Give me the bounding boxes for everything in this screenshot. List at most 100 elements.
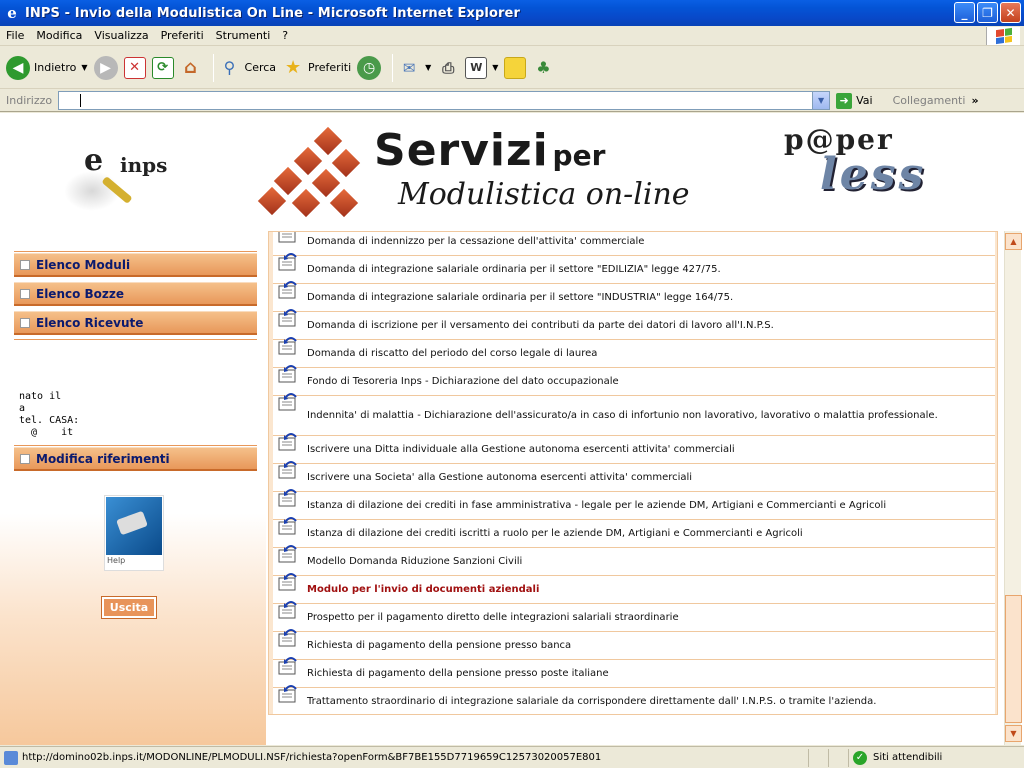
document-arrow-icon	[277, 600, 299, 620]
module-list-item-label: Domanda di integrazione salariale ordina…	[307, 263, 721, 275]
window-titlebar[interactable]: e INPS - Invio della Modulistica On Line…	[0, 0, 1024, 26]
menu-strumenti[interactable]: Strumenti	[210, 29, 277, 42]
nav-item-label: Modifica riferimenti	[36, 451, 170, 466]
links-chevron-icon[interactable]: »	[971, 94, 978, 107]
checkbox-icon	[20, 317, 30, 328]
refresh-button[interactable]: ⟳	[151, 51, 174, 85]
page-header: e inps Servizi per Modulistica on-line p…	[0, 113, 1024, 231]
document-arrow-icon	[277, 460, 299, 480]
user-place: a	[19, 403, 26, 414]
logo-inps: inps	[120, 153, 168, 177]
home-icon: ⌂	[184, 57, 197, 78]
stop-button[interactable]: ✕	[123, 51, 146, 85]
nav-elenco-ricevute[interactable]: Elenco Ricevute	[14, 311, 257, 335]
module-list-item[interactable]: Domanda di integrazione salariale ordina…	[273, 281, 995, 312]
module-list-item[interactable]: Modello Domanda Riduzione Sanzioni Civil…	[273, 545, 995, 576]
document-arrow-icon	[277, 628, 299, 648]
module-list-item-label: Richiesta di pagamento della pensione pr…	[307, 639, 572, 651]
minimize-button[interactable]: _	[954, 2, 975, 23]
forward-button[interactable]: ▶	[93, 51, 118, 85]
module-list-item[interactable]: Prospetto per il pagamento diretto delle…	[273, 601, 995, 632]
print-button[interactable]: ⎙	[437, 51, 459, 85]
scroll-down-icon[interactable]: ▼	[1005, 725, 1022, 742]
module-list-item[interactable]: Fondo di Tesoreria Inps - Dichiarazione …	[273, 365, 995, 396]
word-icon: W	[465, 56, 488, 79]
menu-preferiti[interactable]: Preferiti	[155, 29, 210, 42]
address-dropdown-icon[interactable]: ▼	[812, 92, 830, 109]
menu-visualizza[interactable]: Visualizza	[88, 29, 154, 42]
servizi-title: Servizi per	[374, 125, 605, 176]
document-arrow-icon	[277, 280, 299, 300]
refresh-icon: ⟳	[151, 56, 174, 79]
module-list-item[interactable]: Domanda di indennizzo per la cessazione …	[273, 232, 995, 256]
go-button[interactable]: ➜ Vai	[836, 92, 873, 109]
module-list-item-label: Prospetto per il pagamento diretto delle…	[307, 611, 679, 623]
document-arrow-icon	[277, 392, 299, 412]
mail-dropdown-icon[interactable]: ▼	[425, 63, 431, 72]
module-list-item[interactable]: Istanza di dilazione dei crediti in fase…	[273, 489, 995, 520]
history-button[interactable]: ◷	[357, 51, 382, 85]
module-list-item[interactable]: Indennita' di malattia - Dichiarazione d…	[273, 393, 995, 436]
module-list-item-label: Domanda di integrazione salariale ordina…	[307, 291, 734, 303]
mail-icon: ✉	[402, 58, 416, 77]
nav-item-label: Elenco Moduli	[36, 257, 131, 272]
module-list-item[interactable]: Istanza di dilazione dei crediti iscritt…	[273, 517, 995, 548]
document-arrow-icon	[277, 364, 299, 384]
search-button[interactable]: ⚲ Cerca	[219, 51, 276, 85]
menu-modifica[interactable]: Modifica	[30, 29, 88, 42]
module-list-item-label: Modulo per l'invio di documenti aziendal…	[307, 583, 540, 595]
nav-divider	[14, 445, 257, 446]
nav-modifica-riferimenti[interactable]: Modifica riferimenti	[14, 447, 257, 471]
address-input[interactable]: ▼	[58, 91, 831, 110]
close-button[interactable]: ✕	[1000, 2, 1021, 23]
back-dropdown-icon[interactable]: ▼	[81, 63, 87, 72]
back-arrow-icon: ◀	[6, 55, 30, 80]
module-list-item[interactable]: Trattamento straordinario di integrazion…	[273, 685, 995, 714]
module-list-item[interactable]: Modulo per l'invio di documenti aziendal…	[273, 573, 995, 604]
menu-file[interactable]: File	[0, 29, 30, 42]
nav-elenco-moduli[interactable]: Elenco Moduli	[14, 253, 257, 277]
links-label[interactable]: Collegamenti	[893, 94, 966, 107]
help-link[interactable]: Help	[104, 495, 164, 571]
menu-bar: File Modifica Visualizza Preferiti Strum…	[0, 26, 1024, 46]
edit-dropdown-icon[interactable]: ▼	[492, 63, 498, 72]
vertical-scrollbar[interactable]: ▲ ▼	[1004, 231, 1022, 745]
mail-button[interactable]: ✉ ▼	[398, 51, 431, 85]
back-button[interactable]: ◀ Indietro ▼	[6, 51, 88, 85]
messenger-button[interactable]: ♣	[532, 51, 554, 85]
text-caret	[80, 94, 82, 107]
maximize-button[interactable]: ❐	[977, 2, 998, 23]
module-list-item[interactable]: Iscrivere una Societa' alla Gestione aut…	[273, 461, 995, 492]
go-label: Vai	[856, 94, 873, 107]
module-list-item-label: Modello Domanda Riduzione Sanzioni Civil…	[307, 555, 523, 567]
favorites-button[interactable]: ★ Preferiti	[282, 51, 351, 85]
menu-help[interactable]: ?	[276, 29, 294, 42]
security-zone[interactable]: ✓ Siti attendibili	[848, 748, 1024, 767]
left-nav: Elenco Moduli Elenco Bozze Elenco Ricevu…	[0, 231, 266, 745]
uscita-button[interactable]: Uscita	[101, 596, 157, 619]
edit-button[interactable]: W ▼	[465, 51, 498, 85]
module-list-item[interactable]: Domanda di iscrizione per il versamento …	[273, 309, 995, 340]
scroll-thumb[interactable]	[1005, 595, 1022, 723]
module-list-item-label: Istanza di dilazione dei crediti iscritt…	[307, 527, 803, 539]
nav-item-label: Elenco Bozze	[36, 286, 125, 301]
module-list-item[interactable]: Richiesta di pagamento della pensione pr…	[273, 629, 995, 660]
module-list-item[interactable]: Domanda di riscatto del periodo del cors…	[273, 337, 995, 368]
module-list-item[interactable]: Iscrivere una Ditta individuale alla Ges…	[273, 433, 995, 464]
document-arrow-icon	[277, 684, 299, 704]
back-label: Indietro	[34, 61, 77, 74]
document-arrow-icon	[277, 488, 299, 508]
module-list-item[interactable]: Domanda di integrazione salariale ordina…	[273, 253, 995, 284]
module-list-item-label: Iscrivere una Ditta individuale alla Ges…	[307, 443, 735, 455]
checkbox-icon	[20, 453, 30, 464]
discuss-button[interactable]	[504, 51, 527, 85]
scroll-up-icon[interactable]: ▲	[1005, 233, 1022, 250]
nav-elenco-bozze[interactable]: Elenco Bozze	[14, 282, 257, 306]
user-email: @ it	[19, 427, 74, 438]
module-list-item[interactable]: Richiesta di pagamento della pensione pr…	[273, 657, 995, 688]
status-url: http://domino02b.inps.it/MODONLINE/PLMOD…	[22, 752, 602, 763]
document-arrow-icon	[277, 516, 299, 536]
module-list-item-label: Iscrivere una Societa' alla Gestione aut…	[307, 471, 693, 483]
home-button[interactable]: ⌂	[180, 51, 202, 85]
document-arrow-icon	[277, 336, 299, 356]
